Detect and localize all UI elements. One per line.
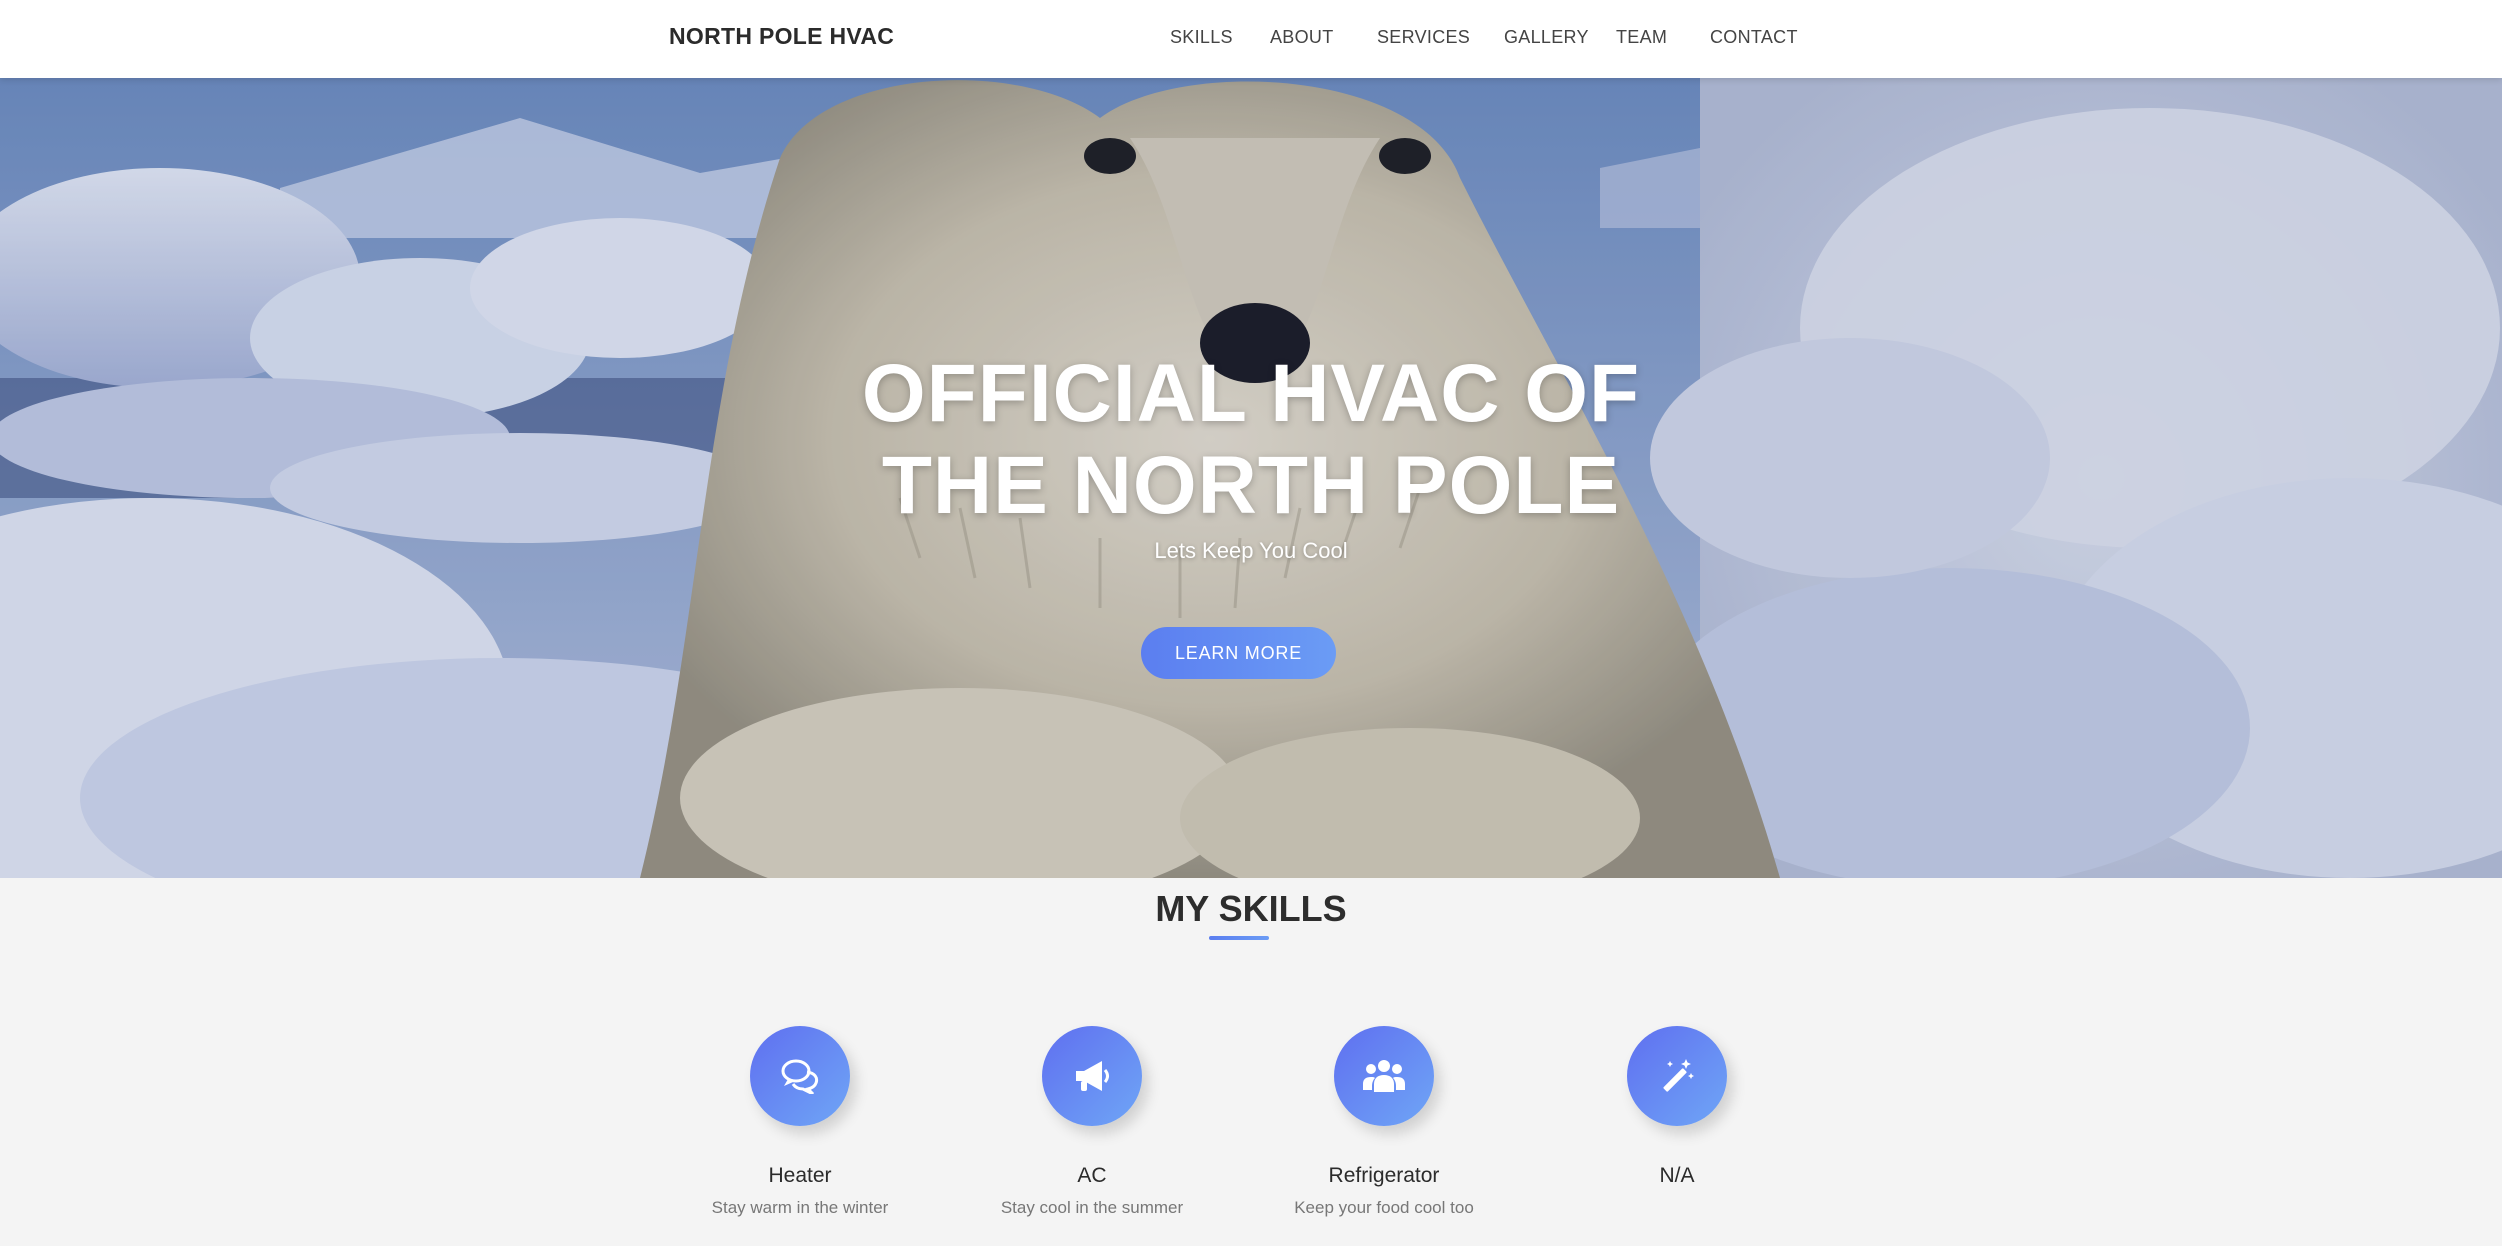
nav-item-skills: SKILLS: [1170, 27, 1270, 48]
nav-menu: SKILLS ABOUT SERVICES GALLERY TEAM CONTA…: [1170, 0, 1810, 74]
skill-name: N/A: [1659, 1164, 1695, 1187]
skill-card-heater: Heater Stay warm in the winter: [650, 1026, 950, 1218]
skill-card-ac: AC Stay cool in the summer: [942, 1026, 1242, 1218]
brand-logo-link[interactable]: NORTH POLE HVAC: [669, 0, 894, 74]
nav-link-gallery[interactable]: GALLERY: [1504, 27, 1616, 48]
megaphone-icon: [1042, 1026, 1142, 1126]
nav-link-about[interactable]: ABOUT: [1270, 27, 1377, 48]
users-icon: [1334, 1026, 1434, 1126]
nav-item-services: SERVICES: [1377, 27, 1504, 48]
nav-link-team[interactable]: TEAM: [1616, 27, 1710, 48]
skill-card-na: N/A: [1527, 1026, 1827, 1198]
magic-wand-icon: [1627, 1026, 1727, 1126]
nav-item-team: TEAM: [1616, 27, 1710, 48]
nav-link-services[interactable]: SERVICES: [1377, 27, 1504, 48]
skills-heading: MY SKILLS: [1155, 888, 1347, 929]
chat-bubbles-icon: [750, 1026, 850, 1126]
nav-item-contact: CONTACT: [1710, 27, 1810, 48]
skills-section: MY SKILLS Heater Stay warm in the winter…: [0, 878, 2502, 1246]
skill-description: Stay cool in the summer: [1000, 1198, 1184, 1217]
learn-more-button[interactable]: LEARN MORE: [1141, 627, 1336, 679]
nav-link-skills[interactable]: SKILLS: [1170, 27, 1270, 48]
skill-description: Stay warm in the winter: [711, 1198, 889, 1217]
nav-item-about: ABOUT: [1270, 27, 1377, 48]
nav-item-gallery: GALLERY: [1504, 27, 1616, 48]
navbar: NORTH POLE HVAC SKILLS ABOUT SERVICES GA…: [0, 0, 2502, 78]
hero-section: OFFICIAL HVAC OF THE NORTH POLE Lets Kee…: [0, 78, 2502, 878]
hero-title: OFFICIAL HVAC OF THE NORTH POLE: [0, 348, 2502, 532]
nav-link-contact[interactable]: CONTACT: [1710, 27, 1810, 48]
skill-name: Heater: [768, 1164, 832, 1187]
skill-name: AC: [1077, 1164, 1107, 1187]
skills-heading-underline: [1209, 936, 1269, 940]
skill-description: Keep your food cool too: [1294, 1198, 1474, 1217]
skill-card-refrigerator: Refrigerator Keep your food cool too: [1234, 1026, 1534, 1218]
hero-title-line-2: THE NORTH POLE: [881, 440, 1621, 531]
hero-subtitle: Lets Keep You Cool: [1154, 538, 1348, 563]
hero-title-line-1: OFFICIAL HVAC OF: [861, 348, 1641, 439]
skill-name: Refrigerator: [1328, 1164, 1440, 1187]
